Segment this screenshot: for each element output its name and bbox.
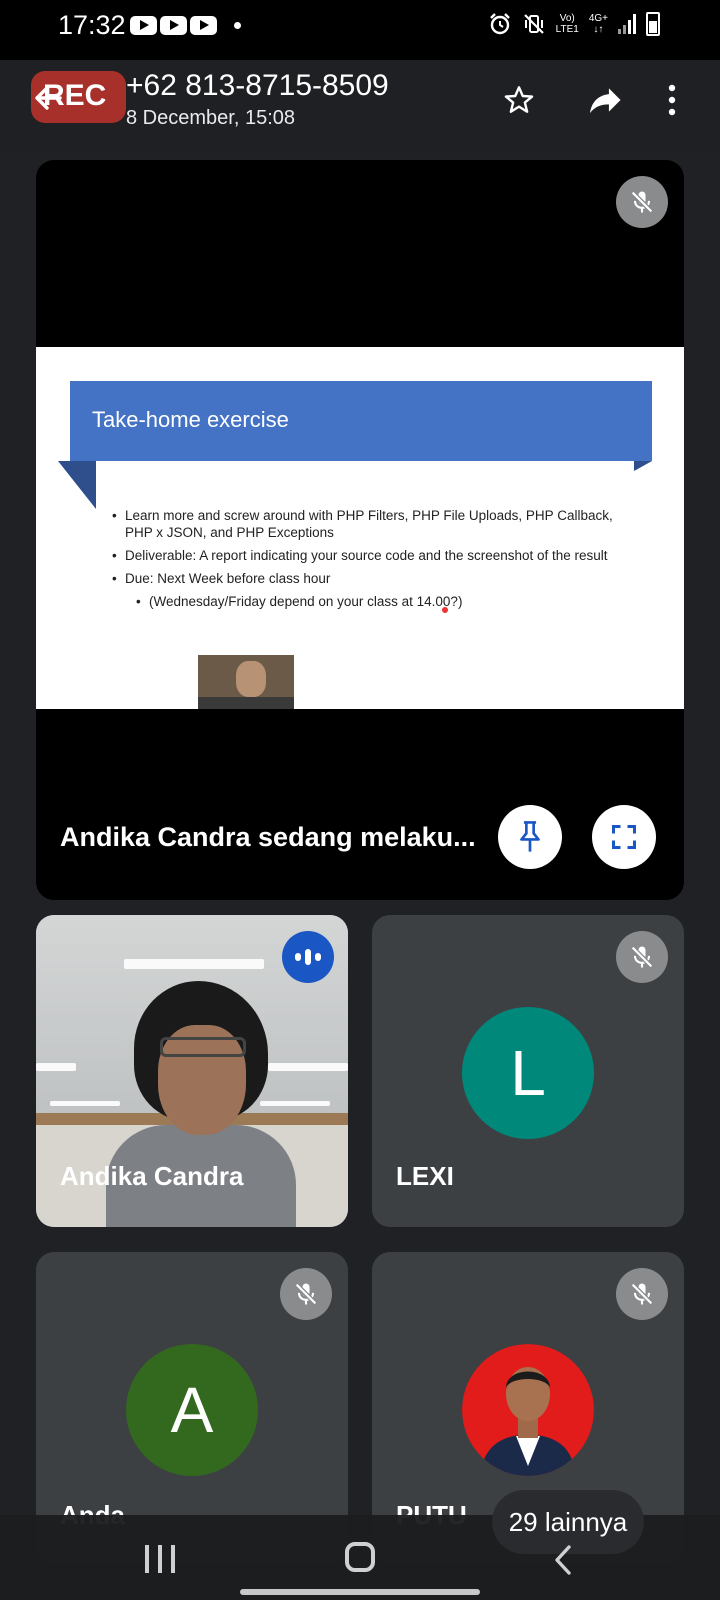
participant-photo-avatar bbox=[462, 1344, 594, 1476]
participant-avatar: A bbox=[126, 1344, 258, 1476]
more-participants-label: 29 lainnya bbox=[508, 1506, 628, 1537]
volte-indicator: Vo) LTE1 bbox=[556, 13, 579, 35]
avatar-initial: A bbox=[170, 1374, 214, 1446]
more-options-icon[interactable] bbox=[668, 84, 676, 116]
data-arrows-icon: ↓↑ bbox=[593, 24, 604, 35]
home-button[interactable] bbox=[345, 1542, 375, 1572]
youtube-notification-icon bbox=[160, 16, 187, 35]
muted-badge bbox=[616, 931, 668, 983]
recording-title: +62 813-8715-8509 bbox=[126, 69, 389, 102]
muted-badge bbox=[616, 1268, 668, 1320]
avatar-initial: L bbox=[510, 1037, 546, 1109]
participant-tile-lexi[interactable]: L LEXI bbox=[372, 915, 684, 1227]
fullscreen-icon bbox=[611, 824, 637, 850]
recording-date: 8 December, 15:08 bbox=[126, 107, 295, 129]
alarm-icon bbox=[489, 13, 510, 35]
slide-banner-fold bbox=[634, 461, 652, 471]
youtube-notification-icon bbox=[190, 16, 217, 35]
more-notifications-dot bbox=[234, 22, 241, 29]
home-indicator bbox=[240, 1589, 480, 1595]
slide-title: Take-home exercise bbox=[92, 407, 289, 432]
muted-badge bbox=[616, 176, 668, 228]
slide-banner-fold bbox=[58, 461, 96, 509]
status-bar: 17:32 Vo) LTE1 4G+ ↓↑ bbox=[0, 0, 720, 60]
slide-bullet-list: Learn more and screw around with PHP Fil… bbox=[112, 507, 632, 616]
participant-name: Andika Candra bbox=[60, 1161, 244, 1191]
pin-icon bbox=[520, 821, 540, 852]
signal-icon bbox=[618, 14, 636, 34]
clock: 17:32 bbox=[58, 10, 126, 40]
participant-tile-video[interactable]: Andika Candra bbox=[36, 915, 348, 1227]
volte-label: Vo) bbox=[559, 13, 575, 24]
slide-bullet: Learn more and screw around with PHP Fil… bbox=[112, 507, 632, 541]
network-type-indicator: 4G+ ↓↑ bbox=[589, 13, 608, 35]
presenting-caption: Andika Candra sedang melaku... bbox=[60, 822, 476, 852]
pin-button[interactable] bbox=[498, 805, 562, 869]
speaking-indicator bbox=[282, 931, 334, 983]
presentation-tile[interactable]: Take-home exercise Learn more and screw … bbox=[36, 160, 684, 900]
shared-slide: Take-home exercise Learn more and screw … bbox=[36, 347, 684, 709]
mic-off-icon bbox=[295, 1283, 317, 1305]
presenter-self-view-thumbnail bbox=[198, 655, 294, 709]
share-icon[interactable] bbox=[588, 84, 624, 116]
recent-apps-button[interactable] bbox=[145, 1545, 175, 1573]
youtube-notification-icon bbox=[130, 16, 157, 35]
mic-off-icon bbox=[631, 1283, 653, 1305]
mic-off-icon bbox=[631, 191, 653, 213]
slide-bullet: Deliverable: A report indicating your so… bbox=[112, 547, 632, 564]
app-bar: REC +62 813-8715-8509 8 December, 15:08 bbox=[0, 60, 720, 152]
back-arrow-icon[interactable] bbox=[32, 78, 64, 118]
lte-label: LTE1 bbox=[555, 24, 579, 35]
battery-icon bbox=[646, 12, 660, 36]
star-icon[interactable] bbox=[503, 84, 535, 116]
laser-pointer-dot bbox=[442, 607, 448, 613]
slide-bullet: Due: Next Week before class hour bbox=[112, 570, 632, 587]
back-button[interactable] bbox=[554, 1545, 572, 1575]
fullscreen-button[interactable] bbox=[592, 805, 656, 869]
vibrate-mute-icon bbox=[523, 14, 544, 34]
mic-off-icon bbox=[631, 946, 653, 968]
participant-avatar: L bbox=[462, 1007, 594, 1139]
muted-badge bbox=[280, 1268, 332, 1320]
slide-sub-bullet: (Wednesday/Friday depend on your class a… bbox=[136, 593, 632, 610]
network-type-label: 4G+ bbox=[588, 13, 608, 24]
participant-name: LEXI bbox=[396, 1161, 454, 1191]
